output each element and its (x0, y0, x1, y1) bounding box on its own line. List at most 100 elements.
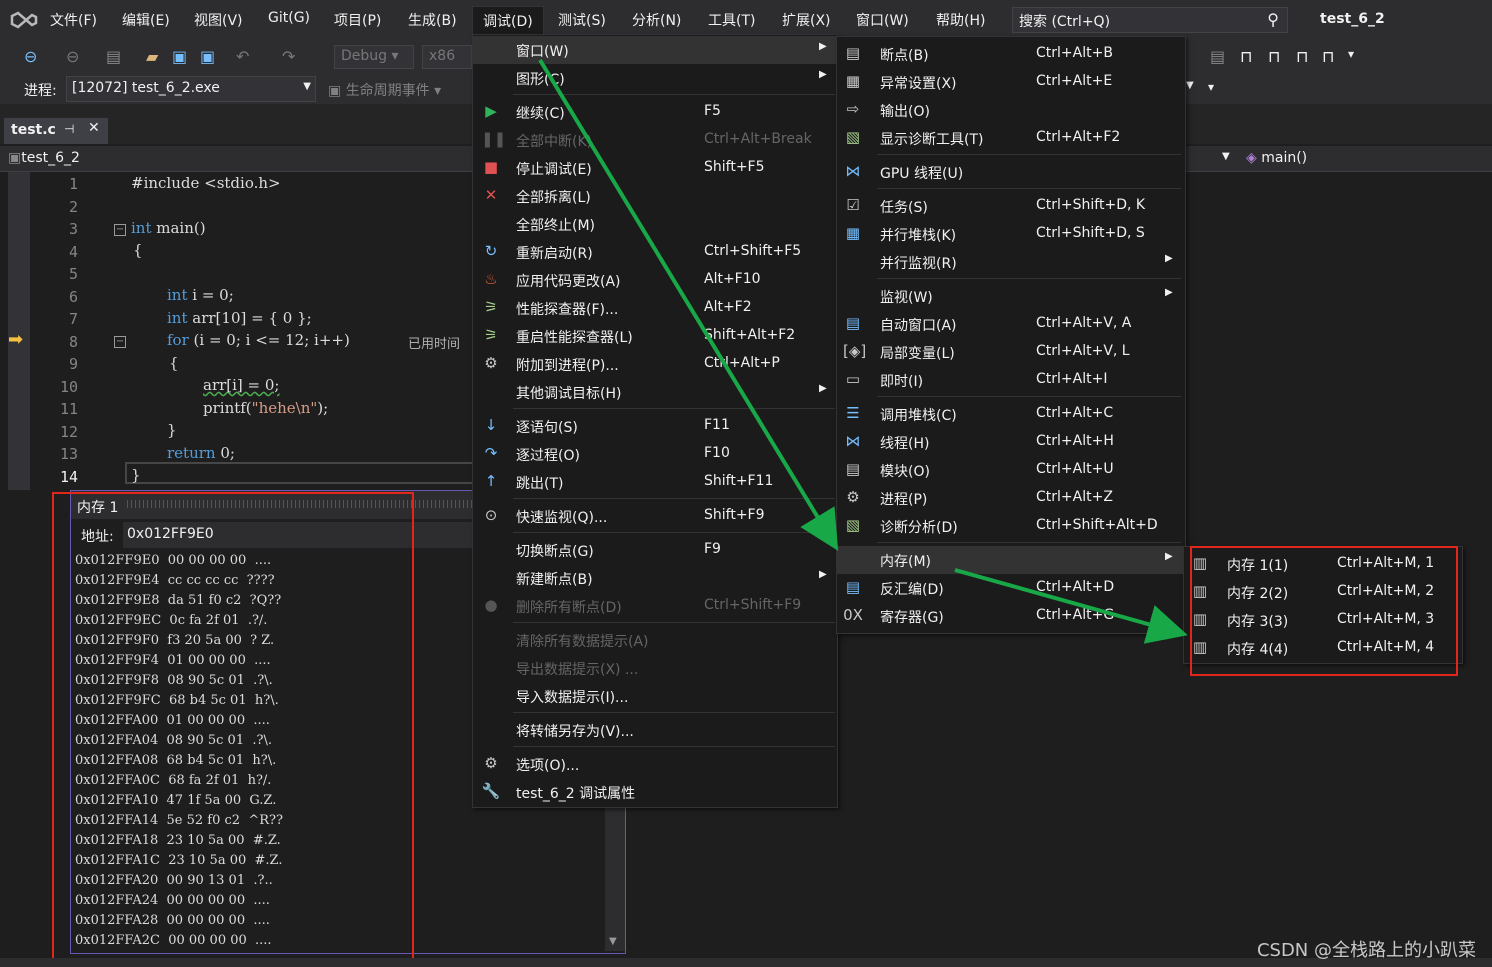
window-menu-item[interactable]: ▤ 反汇编(D) Ctrl+Alt+D (837, 574, 1185, 602)
immediate-icon: ▭ (845, 370, 861, 388)
debug-menu-item[interactable]: 导出数据提示(X) ... (473, 654, 837, 682)
menu-test[interactable]: 测试(S) (558, 10, 606, 32)
debug-menu-item[interactable]: 全部终止(M) (473, 210, 837, 238)
debug-menu-item[interactable]: 图形(C) ▶ (473, 64, 837, 92)
menu-git[interactable]: Git(G) (268, 10, 310, 32)
debug-menu-item[interactable]: ■ 停止调试(E) Shift+F5 (473, 154, 837, 182)
chevron-down-icon[interactable]: ▼ (1222, 151, 1230, 162)
lifecycle-events-dropdown[interactable]: ▣ 生命周期事件 ▾ (328, 80, 441, 100)
debug-menu-item[interactable]: 其他调试目标(H) ▶ (473, 378, 837, 406)
menu-debug[interactable]: 调试(D) (472, 6, 544, 36)
menu-item-label: 应用代码更改(A) (516, 274, 621, 290)
redo-icon[interactable]: ↷ (282, 47, 295, 66)
menu-edit[interactable]: 编辑(E) (122, 10, 170, 32)
undo-icon[interactable]: ↶ (236, 47, 249, 66)
window-menu-item[interactable]: 并行监视(R) ▶ (837, 248, 1185, 276)
project-dropdown[interactable]: ▣test_6_2 (8, 150, 80, 166)
menu-help[interactable]: 帮助(H) (936, 10, 985, 32)
debug-menu-item[interactable]: 清除所有数据提示(A) (473, 626, 837, 654)
chevron-down-icon[interactable]: ▼ (1186, 80, 1194, 91)
menu-build[interactable]: 生成(B) (408, 10, 457, 32)
new-project-icon[interactable]: ▤ (106, 47, 121, 66)
debug-menu-item[interactable]: ● 删除所有断点(D) Ctrl+Shift+F9 (473, 592, 837, 620)
bookmark-clear-icon[interactable]: ⊓ (1322, 47, 1334, 66)
menu-window[interactable]: 窗口(W) (856, 10, 909, 32)
process-dropdown[interactable]: [12072] test_6_2.exe ▼ (66, 76, 316, 102)
debug-menu-item[interactable]: ⚞ 性能探查器(F)... Alt+F2 (473, 294, 837, 322)
open-folder-icon[interactable]: ▰ (146, 47, 158, 66)
debug-menu-item[interactable]: ⚙ 附加到进程(P)... Ctrl+Alt+P (473, 350, 837, 378)
debug-menu-item[interactable]: 窗口(W) ▶ (473, 36, 837, 64)
line-number: 14 (59, 468, 78, 486)
window-menu-item[interactable]: [◈] 局部变量(L) Ctrl+Alt+V, L (837, 338, 1185, 366)
vertical-scrollbar[interactable]: ▼ (605, 791, 625, 951)
close-icon[interactable]: ✕ (88, 120, 100, 136)
menu-file[interactable]: 文件(F) (50, 10, 97, 32)
window-menu-item[interactable]: ▦ 并行堆栈(K) Ctrl+Shift+D, S (837, 220, 1185, 248)
menu-view[interactable]: 视图(V) (194, 10, 243, 32)
window-menu-item[interactable]: ⋈ 线程(H) Ctrl+Alt+H (837, 428, 1185, 456)
window-menu-item[interactable]: ▤ 断点(B) Ctrl+Alt+B (837, 40, 1185, 68)
menu-extensions[interactable]: 扩展(X) (782, 10, 831, 32)
forward-icon[interactable]: ⊖ (66, 47, 79, 66)
collapse-icon[interactable]: − (114, 224, 126, 236)
locals-icon: [◈] (843, 342, 867, 360)
debug-menu-item[interactable]: 新建断点(B) ▶ (473, 564, 837, 592)
debug-menu-item[interactable]: ⚞ 重启性能探查器(L) Shift+Alt+F2 (473, 322, 837, 350)
code-editor[interactable]: ➡ 1 2 3 4 5 6 7 8 9 10 11 12 13 14 − − #… (0, 172, 475, 490)
window-menu-item[interactable]: ⚙ 进程(P) Ctrl+Alt+Z (837, 484, 1185, 512)
menu-item-shortcut: Ctrl+Alt+P (704, 355, 780, 371)
bookmark-next-icon[interactable]: ⊓ (1296, 47, 1308, 66)
debug-menu-item[interactable]: ↻ 重新启动(R) Ctrl+Shift+F5 (473, 238, 837, 266)
window-menu-item[interactable]: ⋈ GPU 线程(U) (837, 158, 1185, 186)
window-menu-item[interactable]: ☑ 任务(S) Ctrl+Shift+D, K (837, 192, 1185, 220)
window-menu-item[interactable]: ▧ 显示诊断工具(T) Ctrl+Alt+F2 (837, 124, 1185, 152)
debug-menu-item[interactable]: ↑ 跳出(T) Shift+F11 (473, 468, 837, 496)
toolbar-overflow-icon[interactable]: ▾ (1208, 80, 1214, 94)
scroll-down-icon[interactable]: ▼ (609, 936, 617, 947)
debug-menu-item[interactable]: 切换断点(G) F9 (473, 536, 837, 564)
window-menu-item[interactable]: 监视(W) ▶ (837, 282, 1185, 310)
window-menu-item[interactable]: ☰ 调用堆栈(C) Ctrl+Alt+C (837, 400, 1185, 428)
code-text: i = 0; (187, 286, 234, 304)
bookmark-icon[interactable]: ⊓ (1240, 47, 1252, 66)
save-all-icon[interactable]: ▣ (200, 47, 215, 66)
comment-icon[interactable]: ▤ (1210, 47, 1225, 66)
debug-menu-item[interactable]: ✕ 全部拆离(L) (473, 182, 837, 210)
bookmark-prev-icon[interactable]: ⊓ (1268, 47, 1280, 66)
search-input[interactable]: 搜索 (Ctrl+Q) ⚲ (1012, 7, 1288, 33)
window-menu-item[interactable]: ▭ 即时(I) Ctrl+Alt+I (837, 366, 1185, 394)
window-menu-item[interactable]: ⇨ 输出(O) (837, 96, 1185, 124)
menu-item-shortcut: Ctrl+Alt+G (1036, 607, 1115, 623)
collapse-icon[interactable]: − (114, 336, 126, 348)
toolbar-overflow-icon[interactable]: ▾ (1348, 47, 1354, 61)
debug-menu-item[interactable]: ↓ 逐语句(S) F11 (473, 412, 837, 440)
diagnostics-icon: ▧ (845, 128, 861, 146)
debug-menu-item[interactable]: 导入数据提示(I)... (473, 682, 837, 710)
debug-menu-item[interactable]: ♨ 应用代码更改(A) Alt+F10 (473, 266, 837, 294)
window-menu-item[interactable]: ▤ 模块(O) Ctrl+Alt+U (837, 456, 1185, 484)
window-menu-item[interactable]: ▧ 诊断分析(D) Ctrl+Shift+Alt+D (837, 512, 1185, 540)
platform-dropdown[interactable]: x86 (422, 45, 472, 69)
menu-project[interactable]: 项目(P) (334, 10, 381, 32)
debug-menu-item[interactable]: ⚙ 选项(O)... (473, 750, 837, 778)
config-dropdown[interactable]: Debug ▾ (334, 45, 414, 69)
window-menu-item[interactable]: 0X 寄存器(G) Ctrl+Alt+G (837, 602, 1185, 630)
pin-icon[interactable]: ⊣ (64, 122, 74, 136)
function-dropdown[interactable]: ◈ main() (1246, 150, 1307, 166)
tab-test-c[interactable]: test.c ⊣ ✕ (4, 118, 108, 144)
debug-menu-item[interactable]: ❚❚ 全部中断(K) Ctrl+Alt+Break (473, 126, 837, 154)
save-icon[interactable]: ▣ (172, 47, 187, 66)
window-menu-item[interactable]: ▦ 异常设置(X) Ctrl+Alt+E (837, 68, 1185, 96)
menu-item-shortcut: Alt+F2 (704, 299, 752, 315)
debug-menu-item[interactable]: 将转储另存为(V)... (473, 716, 837, 744)
window-menu-item[interactable]: ▤ 自动窗口(A) Ctrl+Alt+V, A (837, 310, 1185, 338)
menu-analyze[interactable]: 分析(N) (632, 10, 681, 32)
window-menu-item[interactable]: 内存(M) ▶ (837, 546, 1185, 574)
debug-menu-item[interactable]: ⊙ 快速监视(Q)... Shift+F9 (473, 502, 837, 530)
debug-menu-item[interactable]: 🔧 test_6_2 调试属性 (473, 778, 837, 806)
debug-menu-item[interactable]: ▶ 继续(C) F5 (473, 98, 837, 126)
back-icon[interactable]: ⊖ (24, 47, 37, 66)
menu-tools[interactable]: 工具(T) (708, 10, 755, 32)
debug-menu-item[interactable]: ↷ 逐过程(O) F10 (473, 440, 837, 468)
